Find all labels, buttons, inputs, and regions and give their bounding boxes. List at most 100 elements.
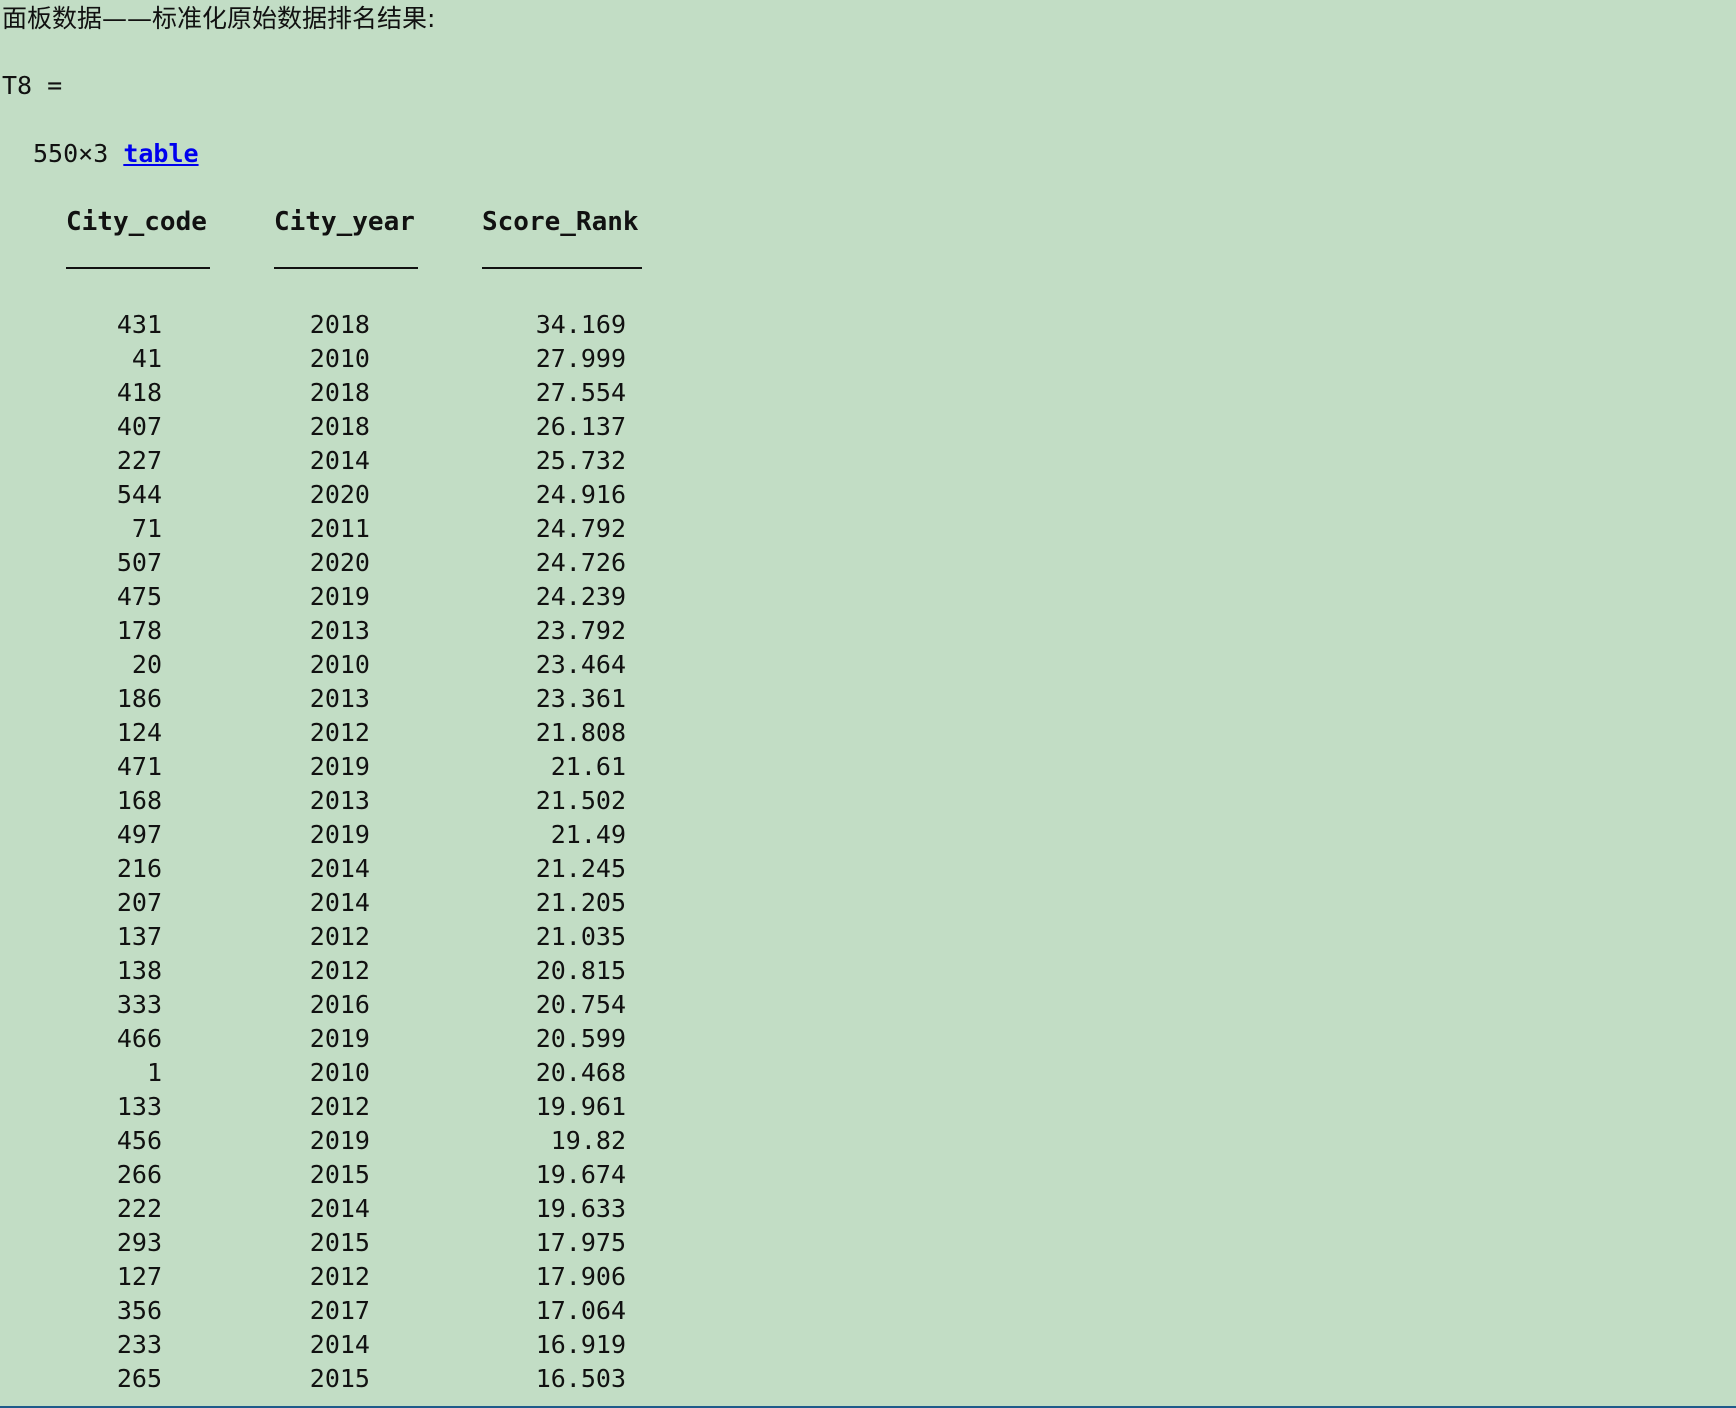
table-row: 475 2019 24.239: [0, 580, 700, 614]
table-row: 507 2020 24.726: [0, 546, 700, 580]
cell-city-code: 293: [116, 1228, 162, 1257]
cell-city-year: 2015: [309, 1228, 370, 1257]
table-row: 133 2012 19.961: [0, 1090, 700, 1124]
cell-score-rank: 21.61: [550, 752, 626, 781]
cell-score-rank: 16.919: [535, 1330, 626, 1359]
cell-city-year: 2010: [309, 650, 370, 679]
cell-city-code: 41: [131, 344, 162, 373]
cell-city-year: 2019: [309, 752, 370, 781]
table-row: 207 2014 21.205: [0, 886, 700, 920]
cell-city-year: 2014: [309, 888, 370, 917]
cell-score-rank: 23.361: [535, 684, 626, 713]
cell-city-year: 2014: [309, 446, 370, 475]
table-row: 178 2013 23.792: [0, 614, 700, 648]
cell-city-code: 227: [116, 446, 162, 475]
table-row: 266 2015 19.674: [0, 1158, 700, 1192]
table-row: 168 2013 21.502: [0, 784, 700, 818]
cell-city-code: 544: [116, 480, 162, 509]
cell-city-year: 2010: [309, 1058, 370, 1087]
cell-city-year: 2015: [309, 1160, 370, 1189]
column-rule-city-year: [274, 267, 418, 269]
table-row: 138 2012 20.815: [0, 954, 700, 988]
table-row: 137 2012 21.035: [0, 920, 700, 954]
cell-city-year: 2019: [309, 820, 370, 849]
cell-score-rank: 21.808: [535, 718, 626, 747]
cell-score-rank: 21.205: [535, 888, 626, 917]
cell-score-rank: 27.999: [535, 344, 626, 373]
cell-city-code: 186: [116, 684, 162, 713]
cell-score-rank: 19.961: [535, 1092, 626, 1121]
cell-city-code: 333: [116, 990, 162, 1019]
cell-score-rank: 17.906: [535, 1262, 626, 1291]
cell-city-year: 2017: [309, 1296, 370, 1325]
table-link[interactable]: table: [123, 139, 198, 168]
cell-city-year: 2019: [309, 1126, 370, 1155]
cell-score-rank: 24.239: [535, 582, 626, 611]
cell-city-year: 2014: [309, 1330, 370, 1359]
cell-score-rank: 21.49: [550, 820, 626, 849]
cell-city-year: 2014: [309, 1194, 370, 1223]
cell-city-code: 456: [116, 1126, 162, 1155]
cell-city-code: 137: [116, 922, 162, 951]
column-header-city-year: City_year: [274, 207, 415, 237]
cell-city-code: 356: [116, 1296, 162, 1325]
cell-score-rank: 24.726: [535, 548, 626, 577]
cell-city-code: 507: [116, 548, 162, 577]
cell-city-code: 407: [116, 412, 162, 441]
cell-city-code: 475: [116, 582, 162, 611]
cell-score-rank: 24.916: [535, 480, 626, 509]
table-size-text: 550×3: [33, 139, 124, 168]
cell-city-year: 2012: [309, 956, 370, 985]
cell-score-rank: 16.503: [535, 1364, 626, 1393]
table-row: 71 2011 24.792: [0, 512, 700, 546]
cell-city-code: 466: [116, 1024, 162, 1053]
cell-score-rank: 21.502: [535, 786, 626, 815]
table-row: 418 2018 27.554: [0, 376, 700, 410]
table-row: 233 2014 16.919: [0, 1328, 700, 1362]
cell-score-rank: 25.732: [535, 446, 626, 475]
table-row: 466 2019 20.599: [0, 1022, 700, 1056]
cell-score-rank: 20.599: [535, 1024, 626, 1053]
table-row: 431 2018 34.169: [0, 308, 700, 342]
table-row: 333 2016 20.754: [0, 988, 700, 1022]
table-row: 471 2019 21.61: [0, 750, 700, 784]
table-row: 497 2019 21.49: [0, 818, 700, 852]
cell-city-year: 2013: [309, 616, 370, 645]
column-header-score-rank: Score_Rank: [482, 207, 639, 237]
column-rule-score-rank: [482, 267, 642, 269]
cell-city-code: 168: [116, 786, 162, 815]
cell-city-year: 2019: [309, 1024, 370, 1053]
cell-score-rank: 27.554: [535, 378, 626, 407]
cell-score-rank: 24.792: [535, 514, 626, 543]
cell-city-year: 2010: [309, 344, 370, 373]
cell-score-rank: 20.754: [535, 990, 626, 1019]
cell-city-code: 233: [116, 1330, 162, 1359]
cell-city-year: 2014: [309, 854, 370, 883]
cell-score-rank: 17.975: [535, 1228, 626, 1257]
cell-city-code: 418: [116, 378, 162, 407]
cell-city-code: 133: [116, 1092, 162, 1121]
cell-city-year: 2012: [309, 1092, 370, 1121]
cell-city-code: 207: [116, 888, 162, 917]
table-row: 41 2010 27.999: [0, 342, 700, 376]
column-rule-city-code: [66, 267, 210, 269]
cell-city-code: 471: [116, 752, 162, 781]
cell-score-rank: 23.792: [535, 616, 626, 645]
table-row: 265 2015 16.503: [0, 1362, 700, 1396]
cell-city-code: 127: [116, 1262, 162, 1291]
cell-score-rank: 20.468: [535, 1058, 626, 1087]
table-row: 127 2012 17.906: [0, 1260, 700, 1294]
cell-score-rank: 17.064: [535, 1296, 626, 1325]
cell-city-year: 2015: [309, 1364, 370, 1393]
cell-city-code: 138: [116, 956, 162, 985]
cell-city-code: 216: [116, 854, 162, 883]
table-row: 407 2018 26.137: [0, 410, 700, 444]
cell-score-rank: 23.464: [535, 650, 626, 679]
cell-score-rank: 19.82: [550, 1126, 626, 1155]
table-row: 544 2020 24.916: [0, 478, 700, 512]
cell-score-rank: 21.035: [535, 922, 626, 951]
table-row: 227 2014 25.732: [0, 444, 700, 478]
cell-city-year: 2012: [309, 922, 370, 951]
column-header-city-code: City_code: [66, 207, 207, 237]
table-row: 124 2012 21.808: [0, 716, 700, 750]
